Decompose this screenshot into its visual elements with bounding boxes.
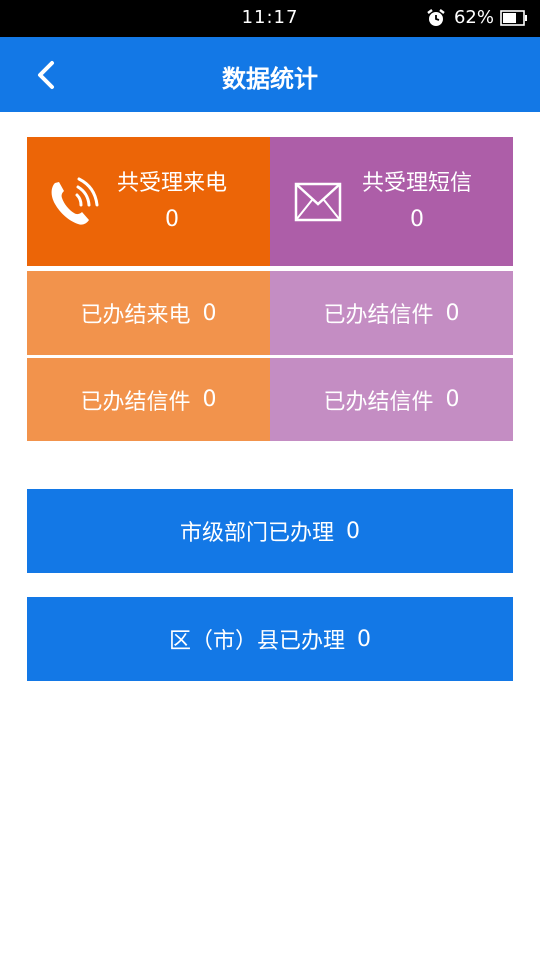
letters-closed-value-1: 0 — [445, 300, 460, 326]
letters-closed-text-2: 已办结信件 0 — [27, 358, 270, 441]
status-right: 62% — [426, 7, 528, 28]
sms-received-value: 0 — [410, 207, 424, 232]
page-title: 数据统计 — [222, 65, 318, 93]
calls-received-value: 0 — [165, 207, 179, 232]
letters-closed-text-1: 已办结信件 0 — [270, 271, 513, 355]
battery-percent: 62% — [453, 7, 494, 28]
phone-icon — [51, 177, 99, 225]
letters-closed-tile-1[interactable]: 已办结信件 0 — [270, 271, 513, 355]
city-dept-value: 0 — [346, 518, 360, 544]
calls-closed-value: 0 — [202, 300, 217, 326]
calls-received-text: 共受理来电 0 — [109, 166, 235, 238]
letters-closed-text-3: 已办结信件 0 — [270, 358, 513, 441]
app-bar: 数据统计 — [0, 37, 540, 112]
calls-closed-text: 已办结来电 0 — [27, 271, 270, 355]
city-dept-button[interactable]: 市级部门已办理 0 — [27, 489, 513, 573]
calls-received-label: 共受理来电 — [116, 171, 227, 196]
letters-closed-tile-3[interactable]: 已办结信件 0 — [270, 358, 513, 441]
city-dept-label: 市级部门已办理 — [179, 521, 334, 546]
district-label: 区（市）县已办理 — [168, 629, 345, 654]
calls-closed-label: 已办结来电 — [80, 303, 191, 328]
calls-closed-tile[interactable]: 已办结来电 0 — [27, 271, 270, 355]
calls-received-tile[interactable]: 共受理来电 0 — [27, 137, 270, 266]
letters-closed-value-2: 0 — [202, 387, 217, 412]
letters-closed-tile-2[interactable]: 已办结信件 0 — [27, 358, 270, 441]
district-button[interactable]: 区（市）县已办理 0 — [27, 597, 513, 681]
letters-closed-label-2: 已办结信件 — [80, 389, 191, 415]
sms-received-label: 共受理短信 — [361, 171, 472, 196]
status-bar: 11:17 62% — [0, 0, 540, 37]
letters-closed-label-3: 已办结信件 — [323, 389, 434, 415]
letters-closed-value-3: 0 — [445, 387, 460, 412]
envelope-icon — [294, 182, 342, 222]
alarm-clock-icon — [427, 8, 445, 26]
letters-closed-label-1: 已办结信件 — [323, 303, 434, 328]
district-value: 0 — [357, 626, 371, 652]
sms-received-tile[interactable]: 共受理短信 0 — [270, 137, 513, 266]
sms-received-text: 共受理短信 0 — [350, 166, 484, 238]
battery-icon — [500, 9, 527, 26]
